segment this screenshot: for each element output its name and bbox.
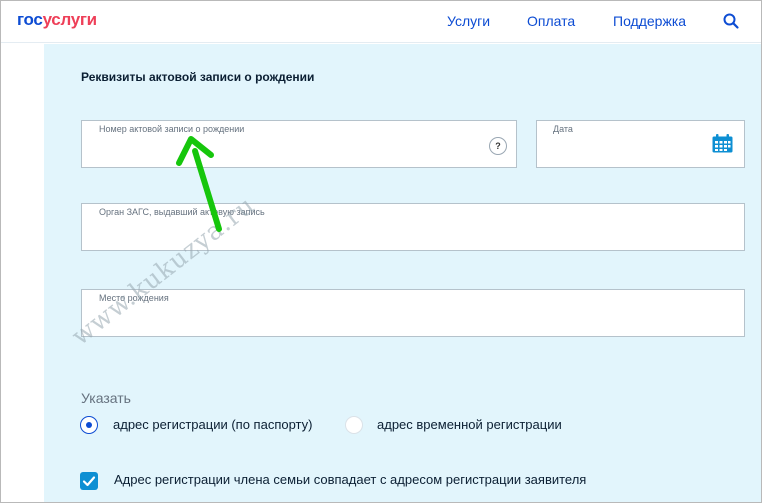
radio-temporary-address-label[interactable]: адрес временной регистрации bbox=[377, 417, 562, 432]
radio-temporary-address[interactable] bbox=[345, 416, 363, 434]
logo-part2: услуги bbox=[42, 10, 98, 29]
nav-services[interactable]: Услуги bbox=[447, 13, 490, 29]
calendar-icon[interactable] bbox=[712, 134, 733, 153]
radio-passport-address-label[interactable]: адрес регистрации (по паспорту) bbox=[113, 417, 312, 432]
birth-place-field[interactable]: Место рождения bbox=[81, 289, 745, 337]
gosuslugi-logo[interactable]: госуслуги bbox=[17, 10, 97, 30]
logo-part1: гос bbox=[17, 10, 43, 29]
help-icon[interactable]: ? bbox=[489, 137, 507, 155]
search-icon[interactable] bbox=[722, 12, 740, 30]
page-frame: госуслуги Услуги Оплата Поддержка Реквиз… bbox=[0, 0, 762, 503]
header: госуслуги Услуги Оплата Поддержка bbox=[1, 1, 761, 43]
nav-support[interactable]: Поддержка bbox=[613, 13, 686, 29]
same-address-checkbox[interactable] bbox=[80, 472, 98, 490]
same-address-label[interactable]: Адрес регистрации члена семьи совпадает … bbox=[114, 472, 586, 487]
radio-passport-address[interactable] bbox=[80, 416, 98, 434]
nav-payment[interactable]: Оплата bbox=[527, 13, 575, 29]
specify-label: Указать bbox=[81, 390, 131, 406]
date-label: Дата bbox=[553, 124, 573, 134]
section-title: Реквизиты актовой записи о рождении bbox=[81, 70, 315, 84]
record-number-field[interactable]: Номер актовой записи о рождении bbox=[81, 120, 517, 168]
checkmark-icon bbox=[82, 476, 96, 487]
green-arrow-annotation bbox=[176, 136, 222, 232]
